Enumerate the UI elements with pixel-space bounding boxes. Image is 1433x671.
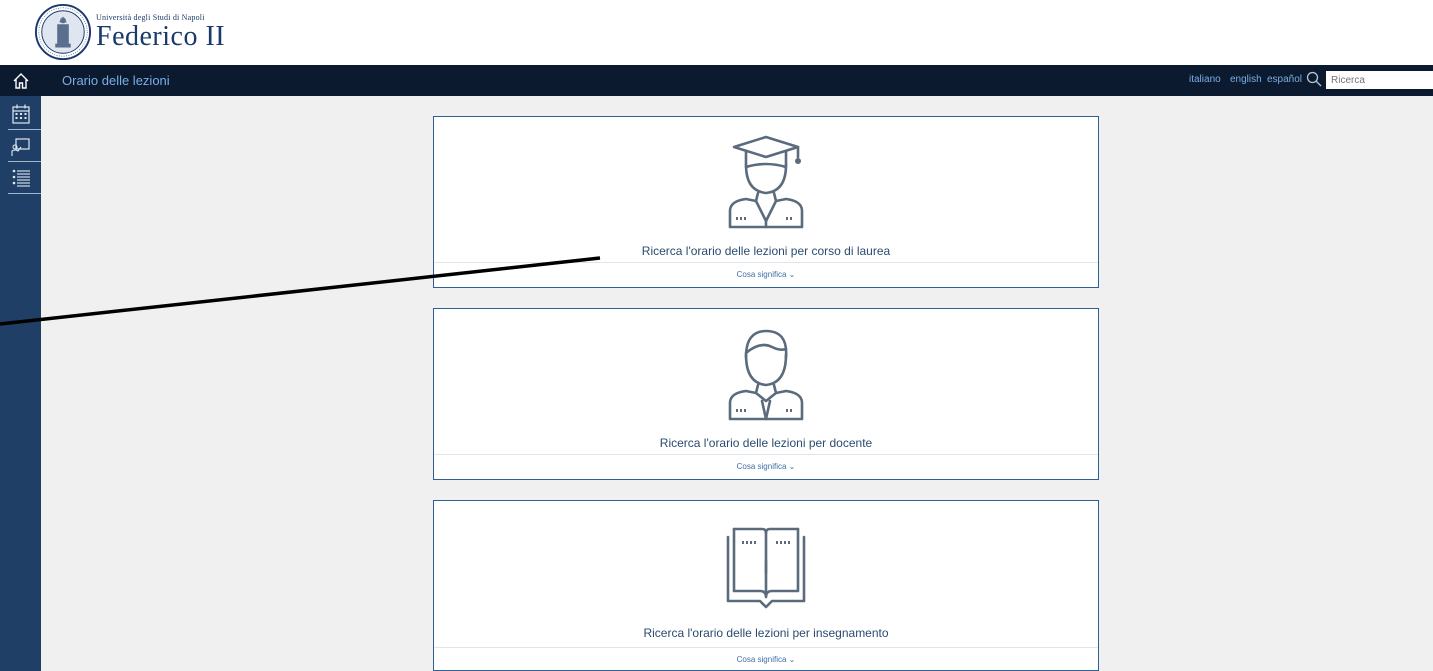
search-by-course-card[interactable]: Ricerca l'orario delle lezioni per inseg…: [433, 500, 1099, 671]
card-icon-wrap: [434, 521, 1098, 611]
card-divider: [434, 454, 1098, 455]
logo-federico-ii: Federico II: [96, 20, 226, 52]
sidebar-divider: [8, 129, 41, 130]
sidebar-divider: [8, 193, 41, 194]
university-logo[interactable]: Università degli Studi di Napoli Federic…: [34, 2, 225, 62]
top-navbar: Orario delle lezioni italiano english es…: [0, 65, 1433, 96]
classroom-icon: [10, 137, 30, 156]
card-divider: [434, 647, 1098, 648]
card-divider: [434, 262, 1098, 263]
card-label[interactable]: Ricerca l'orario delle lezioni per docen…: [434, 436, 1098, 450]
card-label[interactable]: Ricerca l'orario delle lezioni per corso…: [434, 244, 1098, 258]
left-sidebar: [0, 65, 41, 671]
teacher-icon: [728, 329, 804, 421]
sidebar-item-home[interactable]: [0, 65, 41, 96]
lang-english[interactable]: english: [1230, 74, 1262, 85]
lang-espanol[interactable]: español: [1267, 74, 1302, 85]
graduate-icon: [728, 135, 804, 229]
sidebar-item-calendar[interactable]: [0, 98, 41, 129]
calendar-icon: [11, 104, 30, 124]
search-by-degree-card[interactable]: Ricerca l'orario delle lezioni per corso…: [433, 116, 1099, 288]
cosa-significa-link[interactable]: Cosa significa ⌄: [434, 655, 1098, 664]
cosa-significa-link[interactable]: Cosa significa ⌄: [434, 462, 1098, 471]
home-icon: [13, 72, 28, 89]
card-icon-wrap: [434, 325, 1098, 421]
search-by-teacher-card[interactable]: Ricerca l'orario delle lezioni per docen…: [433, 308, 1099, 480]
card-label[interactable]: Ricerca l'orario delle lezioni per inseg…: [434, 626, 1098, 640]
header: Università degli Studi di Napoli Federic…: [0, 0, 1433, 65]
sidebar-item-classroom[interactable]: [0, 131, 41, 162]
card-icon-wrap: [434, 131, 1098, 229]
search-input[interactable]: [1326, 71, 1433, 89]
cosa-significa-link[interactable]: Cosa significa ⌄: [434, 270, 1098, 279]
university-seal-icon: [34, 3, 92, 61]
search-icon[interactable]: [1306, 71, 1322, 87]
logo-text: Università degli Studi di Napoli Federic…: [96, 13, 225, 52]
book-icon: [726, 527, 806, 609]
sidebar-item-list[interactable]: [0, 162, 41, 193]
list-icon: [12, 169, 30, 187]
lang-italiano[interactable]: italiano: [1189, 74, 1221, 85]
page-title[interactable]: Orario delle lezioni: [62, 73, 170, 88]
